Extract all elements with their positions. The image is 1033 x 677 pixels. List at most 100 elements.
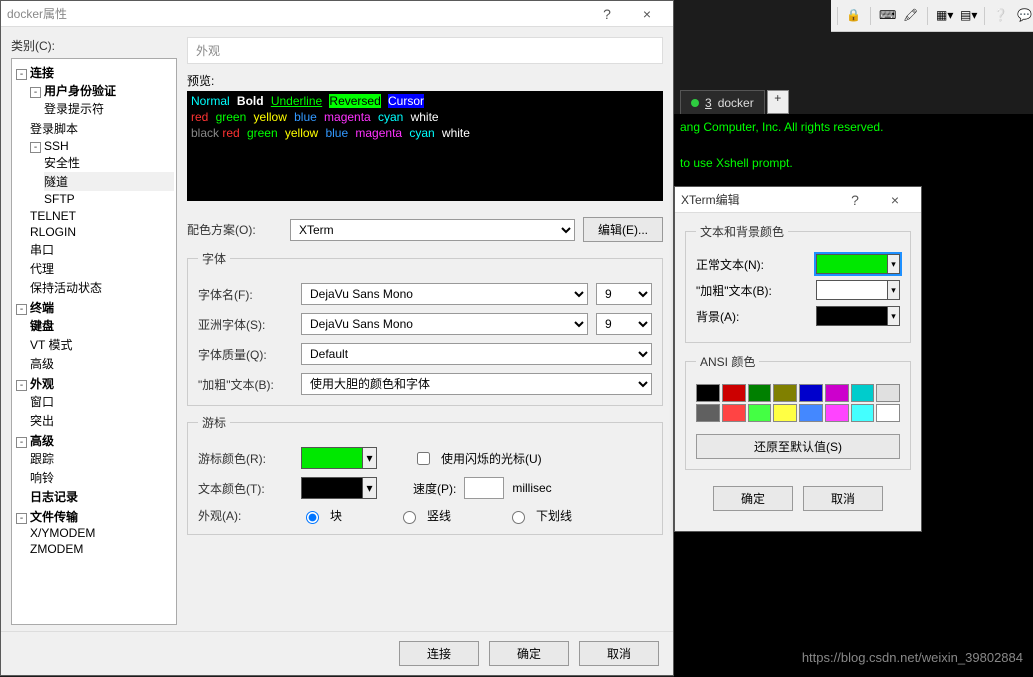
- tree-toggle-icon[interactable]: -: [16, 380, 27, 391]
- add-tab-button[interactable]: +: [767, 90, 789, 114]
- tree-sftp[interactable]: SFTP: [44, 191, 174, 207]
- tree-kbd[interactable]: 键盘: [30, 316, 174, 335]
- highlighter-icon[interactable]: 🖍: [903, 8, 919, 24]
- dialog-title: docker属性: [7, 5, 67, 22]
- cursor-group: 游标 游标颜色(R): ▾ 使用闪烁的光标(U) 文本颜色(T): ▾: [187, 414, 663, 535]
- dialog-titlebar[interactable]: docker属性 ? ×: [1, 1, 673, 27]
- chevron-down-icon: ▾: [887, 255, 899, 273]
- ansi-swatch[interactable]: [876, 384, 900, 402]
- cancel-button-2[interactable]: 取消: [803, 486, 883, 511]
- tree-log[interactable]: 日志记录: [30, 487, 174, 506]
- asianfont-label: 亚洲字体(S):: [198, 316, 293, 333]
- tree-script[interactable]: 登录脚本: [30, 119, 174, 138]
- tree-toggle-icon[interactable]: -: [16, 513, 27, 524]
- radio-vert[interactable]: [403, 511, 416, 524]
- ansi-swatch[interactable]: [851, 404, 875, 422]
- tree-toggle-icon[interactable]: -: [16, 437, 27, 448]
- ansi-grid: [696, 384, 900, 422]
- tree-adv[interactable]: 高级: [30, 434, 54, 448]
- tab-docker[interactable]: 3 docker: [680, 90, 765, 114]
- status-dot-icon: [691, 99, 699, 107]
- tree-toggle-icon[interactable]: -: [16, 69, 27, 80]
- tree-toggle-icon[interactable]: -: [30, 142, 41, 153]
- tree-toggle-icon[interactable]: -: [30, 87, 41, 98]
- lock-icon[interactable]: 🔒: [846, 8, 862, 24]
- quality-select[interactable]: Default: [301, 343, 652, 365]
- ansi-swatch[interactable]: [851, 384, 875, 402]
- tree-rlogin[interactable]: RLOGIN: [30, 224, 174, 240]
- ansi-swatch[interactable]: [799, 404, 823, 422]
- dialog2-titlebar[interactable]: XTerm编辑 ? ×: [675, 187, 921, 213]
- tree-auth[interactable]: 用户身份验证: [44, 84, 116, 98]
- tree-margin[interactable]: 突出: [30, 411, 174, 430]
- tree-keep[interactable]: 保持活动状态: [30, 278, 174, 297]
- tree-look[interactable]: 外观: [30, 377, 54, 391]
- chat-icon[interactable]: 💬: [1017, 8, 1033, 24]
- radio-block[interactable]: [306, 511, 319, 524]
- fontsize1-select[interactable]: 9: [596, 283, 652, 305]
- fontsize2-select[interactable]: 9: [596, 313, 652, 335]
- panel-title: 外观: [187, 37, 663, 64]
- help-icon[interactable]: ❔: [993, 8, 1009, 24]
- dialog2-title: XTerm编辑: [681, 191, 740, 208]
- restore-defaults-button[interactable]: 还原至默认值(S): [696, 434, 900, 459]
- asianfont-select[interactable]: DejaVu Sans Mono: [301, 313, 588, 335]
- ansi-swatch[interactable]: [722, 384, 746, 402]
- tree-proxy[interactable]: 代理: [30, 259, 174, 278]
- tree-conn[interactable]: 连接: [30, 66, 54, 80]
- close-button[interactable]: ×: [627, 6, 667, 22]
- ansi-swatch[interactable]: [773, 404, 797, 422]
- ansi-swatch[interactable]: [748, 404, 772, 422]
- tree-serial[interactable]: 串口: [30, 240, 174, 259]
- scheme-select[interactable]: XTerm: [290, 219, 575, 241]
- bold-color-combo[interactable]: ▾: [816, 280, 900, 300]
- keyboard-icon[interactable]: ⌨: [879, 8, 895, 24]
- speed-input[interactable]: [464, 477, 504, 499]
- ok-button-2[interactable]: 确定: [713, 486, 793, 511]
- tree-toggle-icon[interactable]: -: [16, 304, 27, 315]
- ansi-swatch[interactable]: [696, 404, 720, 422]
- bg-color-combo[interactable]: ▾: [816, 306, 900, 326]
- tree-prompt[interactable]: 登录提示符: [44, 99, 174, 118]
- boldtext-select[interactable]: 使用大胆的颜色和字体: [301, 373, 652, 395]
- new-icon[interactable]: ▦▾: [936, 8, 952, 24]
- edit-scheme-button[interactable]: 编辑(E)...: [583, 217, 663, 242]
- help-button[interactable]: ?: [587, 6, 627, 22]
- ansi-swatch[interactable]: [825, 404, 849, 422]
- tree-zm[interactable]: ZMODEM: [30, 541, 174, 557]
- dialog-footer: 连接 确定 取消: [1, 631, 673, 675]
- tree-win[interactable]: 窗口: [30, 392, 174, 411]
- tree-vt[interactable]: VT 模式: [30, 335, 174, 354]
- tree-ssh[interactable]: SSH: [44, 139, 69, 153]
- ansi-swatch[interactable]: [722, 404, 746, 422]
- radio-under[interactable]: [512, 511, 525, 524]
- connect-button[interactable]: 连接: [399, 641, 479, 666]
- tree-telnet[interactable]: TELNET: [30, 208, 174, 224]
- ansi-swatch[interactable]: [799, 384, 823, 402]
- tree-adv1[interactable]: 高级: [30, 354, 174, 373]
- cursor-color-combo[interactable]: ▾: [301, 447, 377, 469]
- close-button[interactable]: ×: [875, 192, 915, 208]
- tree-tunnel[interactable]: 隧道: [44, 172, 174, 191]
- tree-file[interactable]: 文件传输: [30, 510, 78, 524]
- ok-button[interactable]: 确定: [489, 641, 569, 666]
- layout-icon[interactable]: ▤▾: [960, 8, 976, 24]
- tree-xym[interactable]: X/YMODEM: [30, 525, 174, 541]
- fontname-select[interactable]: DejaVu Sans Mono: [301, 283, 588, 305]
- ansi-swatch[interactable]: [825, 384, 849, 402]
- cancel-button[interactable]: 取消: [579, 641, 659, 666]
- ansi-swatch[interactable]: [773, 384, 797, 402]
- help-button[interactable]: ?: [835, 192, 875, 208]
- tree-term[interactable]: 终端: [30, 301, 54, 315]
- ansi-swatch[interactable]: [748, 384, 772, 402]
- fs1-legend: 文本和背景颜色: [696, 223, 788, 240]
- tree-trace[interactable]: 跟踪: [30, 449, 174, 468]
- ansi-swatch[interactable]: [696, 384, 720, 402]
- normal-color-combo[interactable]: ▾: [816, 254, 900, 274]
- tree-sec[interactable]: 安全性: [44, 153, 174, 172]
- category-tree[interactable]: -连接 -用户身份验证 登录提示符 登录脚本 -SSH 安全性 隧道 SFTP: [11, 58, 177, 625]
- text-color-combo[interactable]: ▾: [301, 477, 377, 499]
- tree-bell[interactable]: 响铃: [30, 468, 174, 487]
- blink-checkbox[interactable]: [417, 452, 430, 465]
- ansi-swatch[interactable]: [876, 404, 900, 422]
